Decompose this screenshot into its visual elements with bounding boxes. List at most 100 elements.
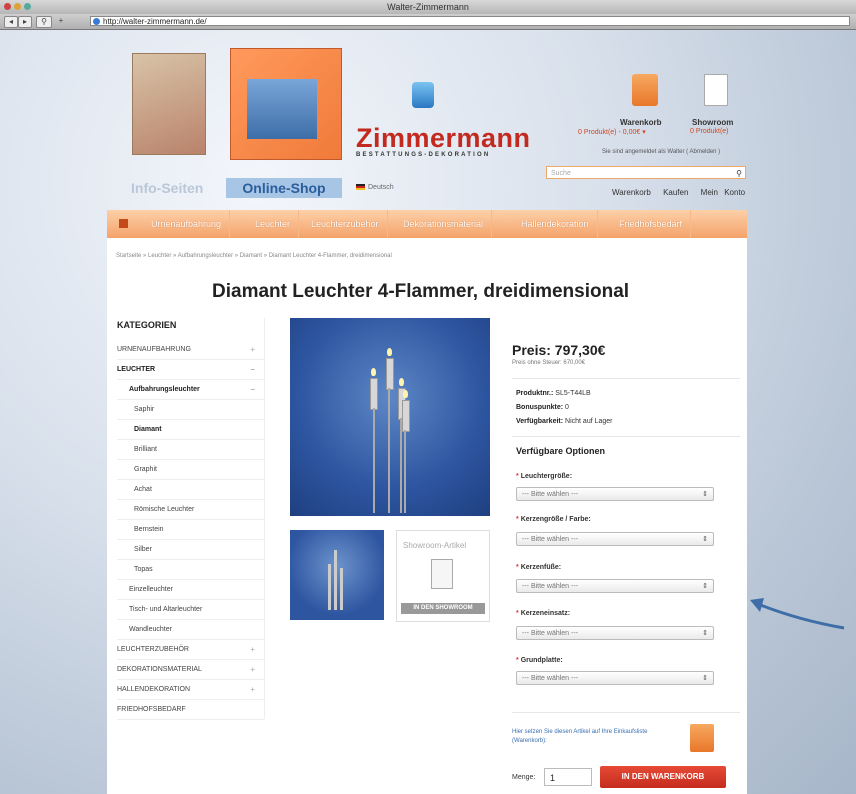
option-label: * Kerzenfüße: — [516, 564, 562, 571]
sidebar-item[interactable]: Diamant — [117, 420, 265, 440]
sidebar-item[interactable]: HALLENDEKORATION + — [117, 680, 265, 700]
sidebar-item-label: LEUCHTER — [117, 366, 156, 373]
tab-online-shop[interactable]: Online-Shop — [226, 178, 342, 198]
nav-item-dekorationsmaterial[interactable]: Dekorationsmaterial — [395, 210, 493, 238]
showroom-status[interactable]: 0 Produkt(e) — [690, 128, 729, 135]
language-selector[interactable]: Deutsch — [356, 184, 394, 191]
select-arrow-icon: ⇕ — [702, 536, 708, 543]
product-thumbnail[interactable] — [290, 530, 384, 620]
add-to-showroom-button[interactable]: IN DEN SHOWROOM — [401, 603, 485, 614]
link-warenkorb[interactable]: Warenkorb — [612, 188, 651, 197]
browser-window: Walter-Zimmermann ◂ ▸ ⚲ + http://walter-… — [0, 0, 856, 794]
top-links: Warenkorb Kaufen Mein Konto — [606, 188, 745, 197]
expand-toggle-icon[interactable]: + — [250, 660, 255, 679]
annotation-arrow-icon — [750, 598, 845, 630]
category-sidebar: KATEGORIEN URNENAUFBAHRUNG + LEUCHTER – Aufb… — [117, 320, 265, 720]
search-input[interactable]: Suche ⚲ — [546, 166, 746, 179]
link-mein-konto[interactable]: Mein Konto — [701, 188, 745, 197]
nav-item-leuchterzubehoer[interactable]: Leuchterzubehör — [303, 210, 388, 238]
nav-item-urnenaufbahrung[interactable]: Urnenaufbahrung — [143, 210, 231, 238]
bonus-row: Bonuspunkte: 0 — [516, 404, 569, 411]
nav-item-leuchter[interactable]: Leuchter — [247, 210, 300, 238]
select-arrow-icon: ⇕ — [702, 491, 708, 498]
bonus-label: Bonuspunkte: — [516, 404, 564, 411]
add-bookmark-icon[interactable]: + — [56, 16, 66, 26]
sidebar-item[interactable]: Aufbahrungsleuchter – — [117, 380, 265, 400]
sidebar-item[interactable]: Brilliant — [117, 440, 265, 460]
sidebar-item[interactable]: FRIEDHOFSBEDARF — [117, 700, 265, 720]
select-kerzeneinsatz[interactable]: --- Bitte wählen --- ⇕ — [516, 626, 714, 640]
sidebar-item-label: Einzelleuchter — [129, 586, 173, 593]
search-icon[interactable]: ⚲ — [736, 167, 742, 180]
sidebar-item-label: Saphir — [134, 406, 155, 413]
nav-item-friedhofsbedarf[interactable]: Friedhofsbedarf — [611, 210, 692, 238]
sidebar-item[interactable]: Einzelleuchter — [117, 580, 265, 600]
cart-status[interactable]: 0 Produkt(e) - 0,00€ ▾ — [578, 128, 646, 136]
brand-logo[interactable]: Zimmermann — [356, 123, 531, 154]
showroom-label[interactable]: Showroom — [692, 118, 733, 127]
expand-toggle-icon[interactable]: + — [250, 340, 255, 359]
sidebar-item[interactable]: Silber — [117, 540, 265, 560]
separator — [512, 378, 740, 379]
nav-item-hallendekoration[interactable]: Hallendekoration — [513, 210, 598, 238]
sidebar-item[interactable]: Saphir — [117, 400, 265, 420]
sidebar-item[interactable]: Wandleuchter — [117, 620, 265, 640]
quantity-input[interactable]: 1 — [544, 768, 592, 786]
header-shop-bag-image — [230, 48, 342, 160]
option-label: * Kerzengröße / Farbe: — [516, 516, 591, 523]
logo-flame-icon[interactable] — [412, 82, 434, 108]
sidebar-item-label: Bernstein — [134, 526, 164, 533]
expand-toggle-icon[interactable]: + — [250, 680, 255, 699]
sidebar-item-label: Diamant — [134, 426, 162, 433]
bookmark-icon[interactable]: ⚲ — [36, 16, 52, 28]
select-kerzengroesse[interactable]: --- Bitte wählen --- ⇕ — [516, 532, 714, 546]
sidebar-item-label: Aufbahrungsleuchter — [129, 386, 200, 393]
showroom-card: Showroom-Artikel IN DEN SHOWROOM — [396, 530, 490, 622]
zoom-window-button[interactable] — [24, 3, 31, 10]
breadcrumb[interactable]: Startseite » Leuchter » Aufbahrungsleuch… — [116, 253, 392, 259]
expand-toggle-icon[interactable]: + — [250, 640, 255, 659]
home-icon[interactable] — [119, 219, 128, 228]
sidebar-item[interactable]: Tisch- und Altarleuchter — [117, 600, 265, 620]
sidebar-item[interactable]: Achat — [117, 480, 265, 500]
forward-button[interactable]: ▸ — [18, 16, 32, 28]
close-window-button[interactable] — [4, 3, 11, 10]
sidebar-item[interactable]: LEUCHTERZUBEHÖR + — [117, 640, 265, 660]
sidebar-item[interactable]: Bernstein — [117, 520, 265, 540]
back-button[interactable]: ◂ — [4, 16, 18, 28]
link-kaufen[interactable]: Kaufen — [663, 188, 688, 197]
address-bar[interactable]: http://walter-zimmermann.de/ — [90, 16, 850, 26]
tab-info-seiten[interactable]: Info-Seiten — [131, 180, 203, 196]
sidebar-item[interactable]: DEKORATIONSMATERIAL + — [117, 660, 265, 680]
sidebar-item-label: Brilliant — [134, 446, 157, 453]
select-leuchtergroesse[interactable]: --- Bitte wählen --- ⇕ — [516, 487, 714, 501]
separator — [512, 436, 740, 437]
select-kerzenfuesse[interactable]: --- Bitte wählen --- ⇕ — [516, 579, 714, 593]
price: Preis: 797,30€ — [512, 342, 606, 358]
sidebar-item[interactable]: Graphit — [117, 460, 265, 480]
select-grundplatte[interactable]: --- Bitte wählen --- ⇕ — [516, 671, 714, 685]
product-main-image[interactable] — [290, 318, 490, 516]
expand-toggle-icon[interactable]: – — [251, 380, 255, 399]
sidebar-item-label: DEKORATIONSMATERIAL — [117, 666, 202, 673]
german-flag-icon — [356, 184, 365, 191]
shopping-bag-icon[interactable] — [632, 74, 658, 106]
sku-label: Produktnr.: — [516, 390, 554, 397]
add-to-cart-button[interactable]: IN DEN WARENKORB — [600, 766, 726, 788]
availability-value: Nicht auf Lager — [565, 418, 613, 425]
cart-label[interactable]: Warenkorb — [620, 118, 662, 127]
showroom-item-icon — [431, 559, 453, 589]
sidebar-item[interactable]: Topas — [117, 560, 265, 580]
sidebar-item[interactable]: LEUCHTER – — [117, 360, 265, 380]
sidebar-item-label: Wandleuchter — [129, 626, 172, 633]
brand-subtitle: BESTATTUNGS-DEKORATION — [356, 152, 491, 158]
showroom-card-title: Showroom-Artikel — [403, 541, 467, 550]
sidebar-item-label: HALLENDEKORATION — [117, 686, 190, 693]
expand-toggle-icon[interactable]: – — [251, 360, 255, 379]
option-label: * Leuchtergröße: — [516, 473, 573, 480]
sidebar-item[interactable]: Römische Leuchter — [117, 500, 265, 520]
sidebar-item-label: Topas — [134, 566, 153, 573]
showroom-icon[interactable] — [704, 74, 728, 106]
minimize-window-button[interactable] — [14, 3, 21, 10]
sidebar-item[interactable]: URNENAUFBAHRUNG + — [117, 340, 265, 360]
